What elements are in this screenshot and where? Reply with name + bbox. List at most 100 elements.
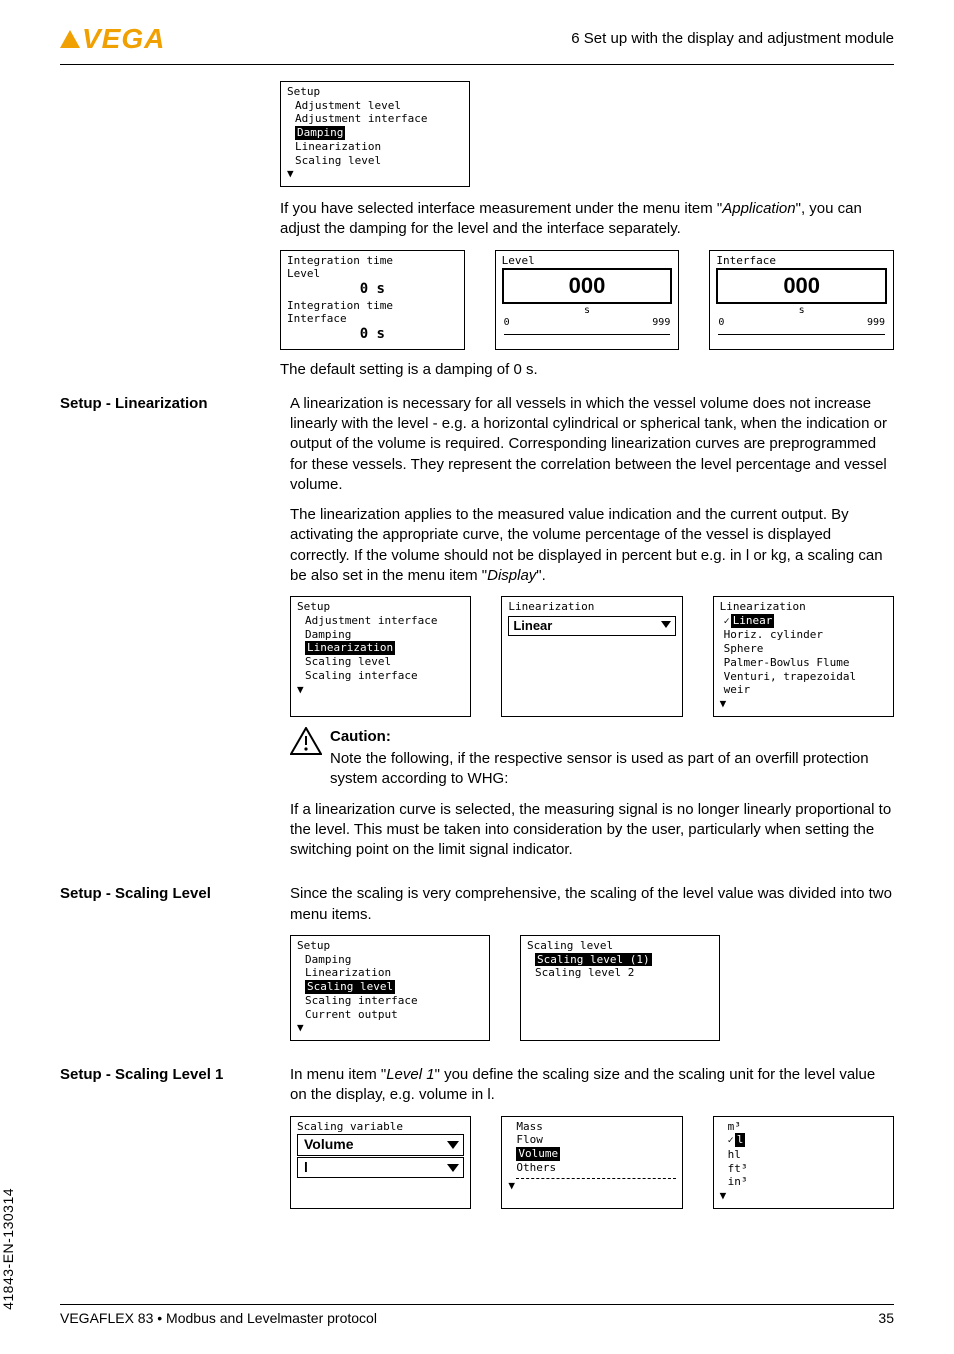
caution-icon (290, 727, 322, 755)
lcd-line: Palmer-Bowlus Flume (724, 656, 887, 670)
lcd-level: Level 000 s 0999 (495, 250, 680, 350)
lcd-title: Linearization (508, 600, 675, 614)
lcd-line: Linearization (295, 140, 463, 154)
paragraph-default: The default setting is a damping of 0 s. (280, 360, 894, 380)
section-linearization: Setup - Linearization (60, 394, 290, 871)
lcd-highlight: Linear (731, 614, 775, 628)
lcd-title: Setup (287, 85, 463, 99)
lcd-line: ft³ (728, 1162, 887, 1176)
header-section: 6 Set up with the display and adjustment… (165, 29, 894, 49)
dropdown-value: Volume (300, 1136, 445, 1154)
logo-text: VEGA (82, 20, 165, 58)
down-arrow-icon: ▼ (297, 683, 464, 697)
lcd-line: Mass (516, 1120, 675, 1134)
lcd-value: 0 s (287, 281, 458, 299)
lcd-setup-linearization: Setup Adjustment interface Damping Linea… (290, 596, 471, 717)
lcd-big-value: 000 (716, 268, 887, 304)
logo-triangle-icon (60, 30, 80, 48)
lcd-line: Horiz. cylinder (724, 628, 887, 642)
lcd-highlight: Linearization (305, 641, 395, 655)
lcd-scaling-level-list: Scaling level Scaling level (1) Scaling … (520, 935, 720, 1041)
dropdown-unit[interactable]: l (297, 1157, 464, 1179)
lcd-line: Level (287, 267, 458, 281)
section-scaling-level-1: Setup - Scaling Level 1 (60, 1065, 290, 1219)
lcd-line: Adjustment interface (305, 614, 464, 628)
down-arrow-icon: ▼ (287, 167, 463, 181)
lcd-scaling-variable: Scaling variable Volume l (290, 1116, 471, 1209)
lcd-title: Scaling variable (297, 1120, 464, 1134)
lcd-line: Scaling level (295, 154, 463, 168)
document-side-code: 41843-EN-130314 (0, 1188, 18, 1310)
check-icon (724, 614, 731, 627)
lcd-linearization-select: Linearization Linear (501, 596, 682, 717)
down-arrow-icon: ▼ (508, 1179, 675, 1193)
chevron-down-icon (661, 621, 671, 628)
lcd-integration-time: Integration time Level 0 s Integration t… (280, 250, 465, 350)
lcd-line: Adjustment level (295, 99, 463, 113)
footer: VEGAFLEX 83 • Modbus and Levelmaster pro… (60, 1304, 894, 1328)
lcd-interface: Interface 000 s 0999 (709, 250, 894, 350)
header-divider (60, 64, 894, 65)
lcd-unit-list: m³ l hl ft³ in³ ▼ (713, 1116, 894, 1209)
page-number: 35 (878, 1309, 894, 1328)
lcd-line: in³ (728, 1175, 887, 1189)
lcd-line: Others (516, 1161, 675, 1175)
lcd-line: Damping (305, 628, 464, 642)
lcd-line: Interface (287, 312, 458, 326)
lcd-line: Scaling interface (305, 669, 464, 683)
dropdown-value: Linear (511, 618, 658, 634)
lcd-unit: s (716, 305, 887, 318)
lcd-value: 0 s (287, 326, 458, 344)
lcd-line: Integration time (287, 254, 458, 268)
lcd-line: Flow (516, 1133, 675, 1147)
lcd-highlight: Scaling level (1) (535, 953, 652, 967)
down-arrow-icon: ▼ (720, 1189, 887, 1203)
paragraph-scale: Since the scaling is very comprehensive,… (290, 884, 894, 925)
lcd-line: Scaling level 2 (535, 966, 713, 980)
check-icon (728, 1133, 735, 1146)
dropdown-volume[interactable]: Volume (297, 1134, 464, 1156)
lcd-line: Sphere (724, 642, 887, 656)
lcd-title: Setup (297, 600, 464, 614)
lcd-title: Linearization (720, 600, 887, 614)
lcd-highlight: l (735, 1133, 746, 1147)
chevron-down-icon (447, 1141, 459, 1149)
down-arrow-icon: ▼ (720, 697, 887, 711)
chevron-down-icon (447, 1164, 459, 1172)
paragraph-scale1: In menu item "Level 1" you define the sc… (290, 1065, 894, 1106)
vega-logo: VEGA (60, 20, 165, 58)
lcd-setup-scaling: Setup Damping Linearization Scaling leve… (290, 935, 490, 1041)
lcd-line: Interface (716, 254, 887, 268)
caution-heading: Caution: (330, 728, 391, 745)
dropdown-value: l (300, 1159, 445, 1177)
lcd-unit: s (502, 305, 673, 318)
lcd-title: Setup (297, 939, 483, 953)
lcd-line: Level (502, 254, 673, 268)
caution-p2: If a linearization curve is selected, th… (290, 800, 894, 861)
caution-p1: Note the following, if the respective se… (330, 749, 894, 790)
lcd-highlight: Damping (295, 126, 345, 140)
down-arrow-icon: ▼ (297, 1021, 483, 1035)
lcd-line: Scaling level (305, 655, 464, 669)
lcd-setup-damping: Setup Adjustment level Adjustment interf… (280, 81, 470, 187)
lcd-line: hl (728, 1148, 887, 1162)
section-scaling-level: Setup - Scaling Level (60, 884, 290, 1051)
paragraph-application: If you have selected interface measureme… (280, 199, 894, 240)
lcd-line: Integration time (287, 299, 458, 313)
lcd-highlight: Scaling level (305, 980, 395, 994)
lcd-variable-list: Mass Flow Volume Others ▼ (501, 1116, 682, 1209)
lcd-line: m³ (728, 1120, 887, 1134)
footer-text: VEGAFLEX 83 • Modbus and Levelmaster pro… (60, 1309, 878, 1328)
lcd-title: Scaling level (527, 939, 713, 953)
dropdown[interactable]: Linear (508, 616, 675, 636)
lcd-big-value: 000 (502, 268, 673, 304)
lcd-line: Adjustment interface (295, 112, 463, 126)
lcd-line: Linearization (305, 966, 483, 980)
lcd-line: Venturi, trapezoidal weir (724, 670, 887, 698)
lcd-line: Damping (305, 953, 483, 967)
lcd-line: Scaling interface (305, 994, 483, 1008)
paragraph-lin-2: The linearization applies to the measure… (290, 505, 894, 586)
paragraph-lin-1: A linearization is necessary for all ves… (290, 394, 894, 495)
lcd-highlight: Volume (516, 1147, 560, 1161)
lcd-linearization-list: Linearization Linear Horiz. cylinder Sph… (713, 596, 894, 717)
